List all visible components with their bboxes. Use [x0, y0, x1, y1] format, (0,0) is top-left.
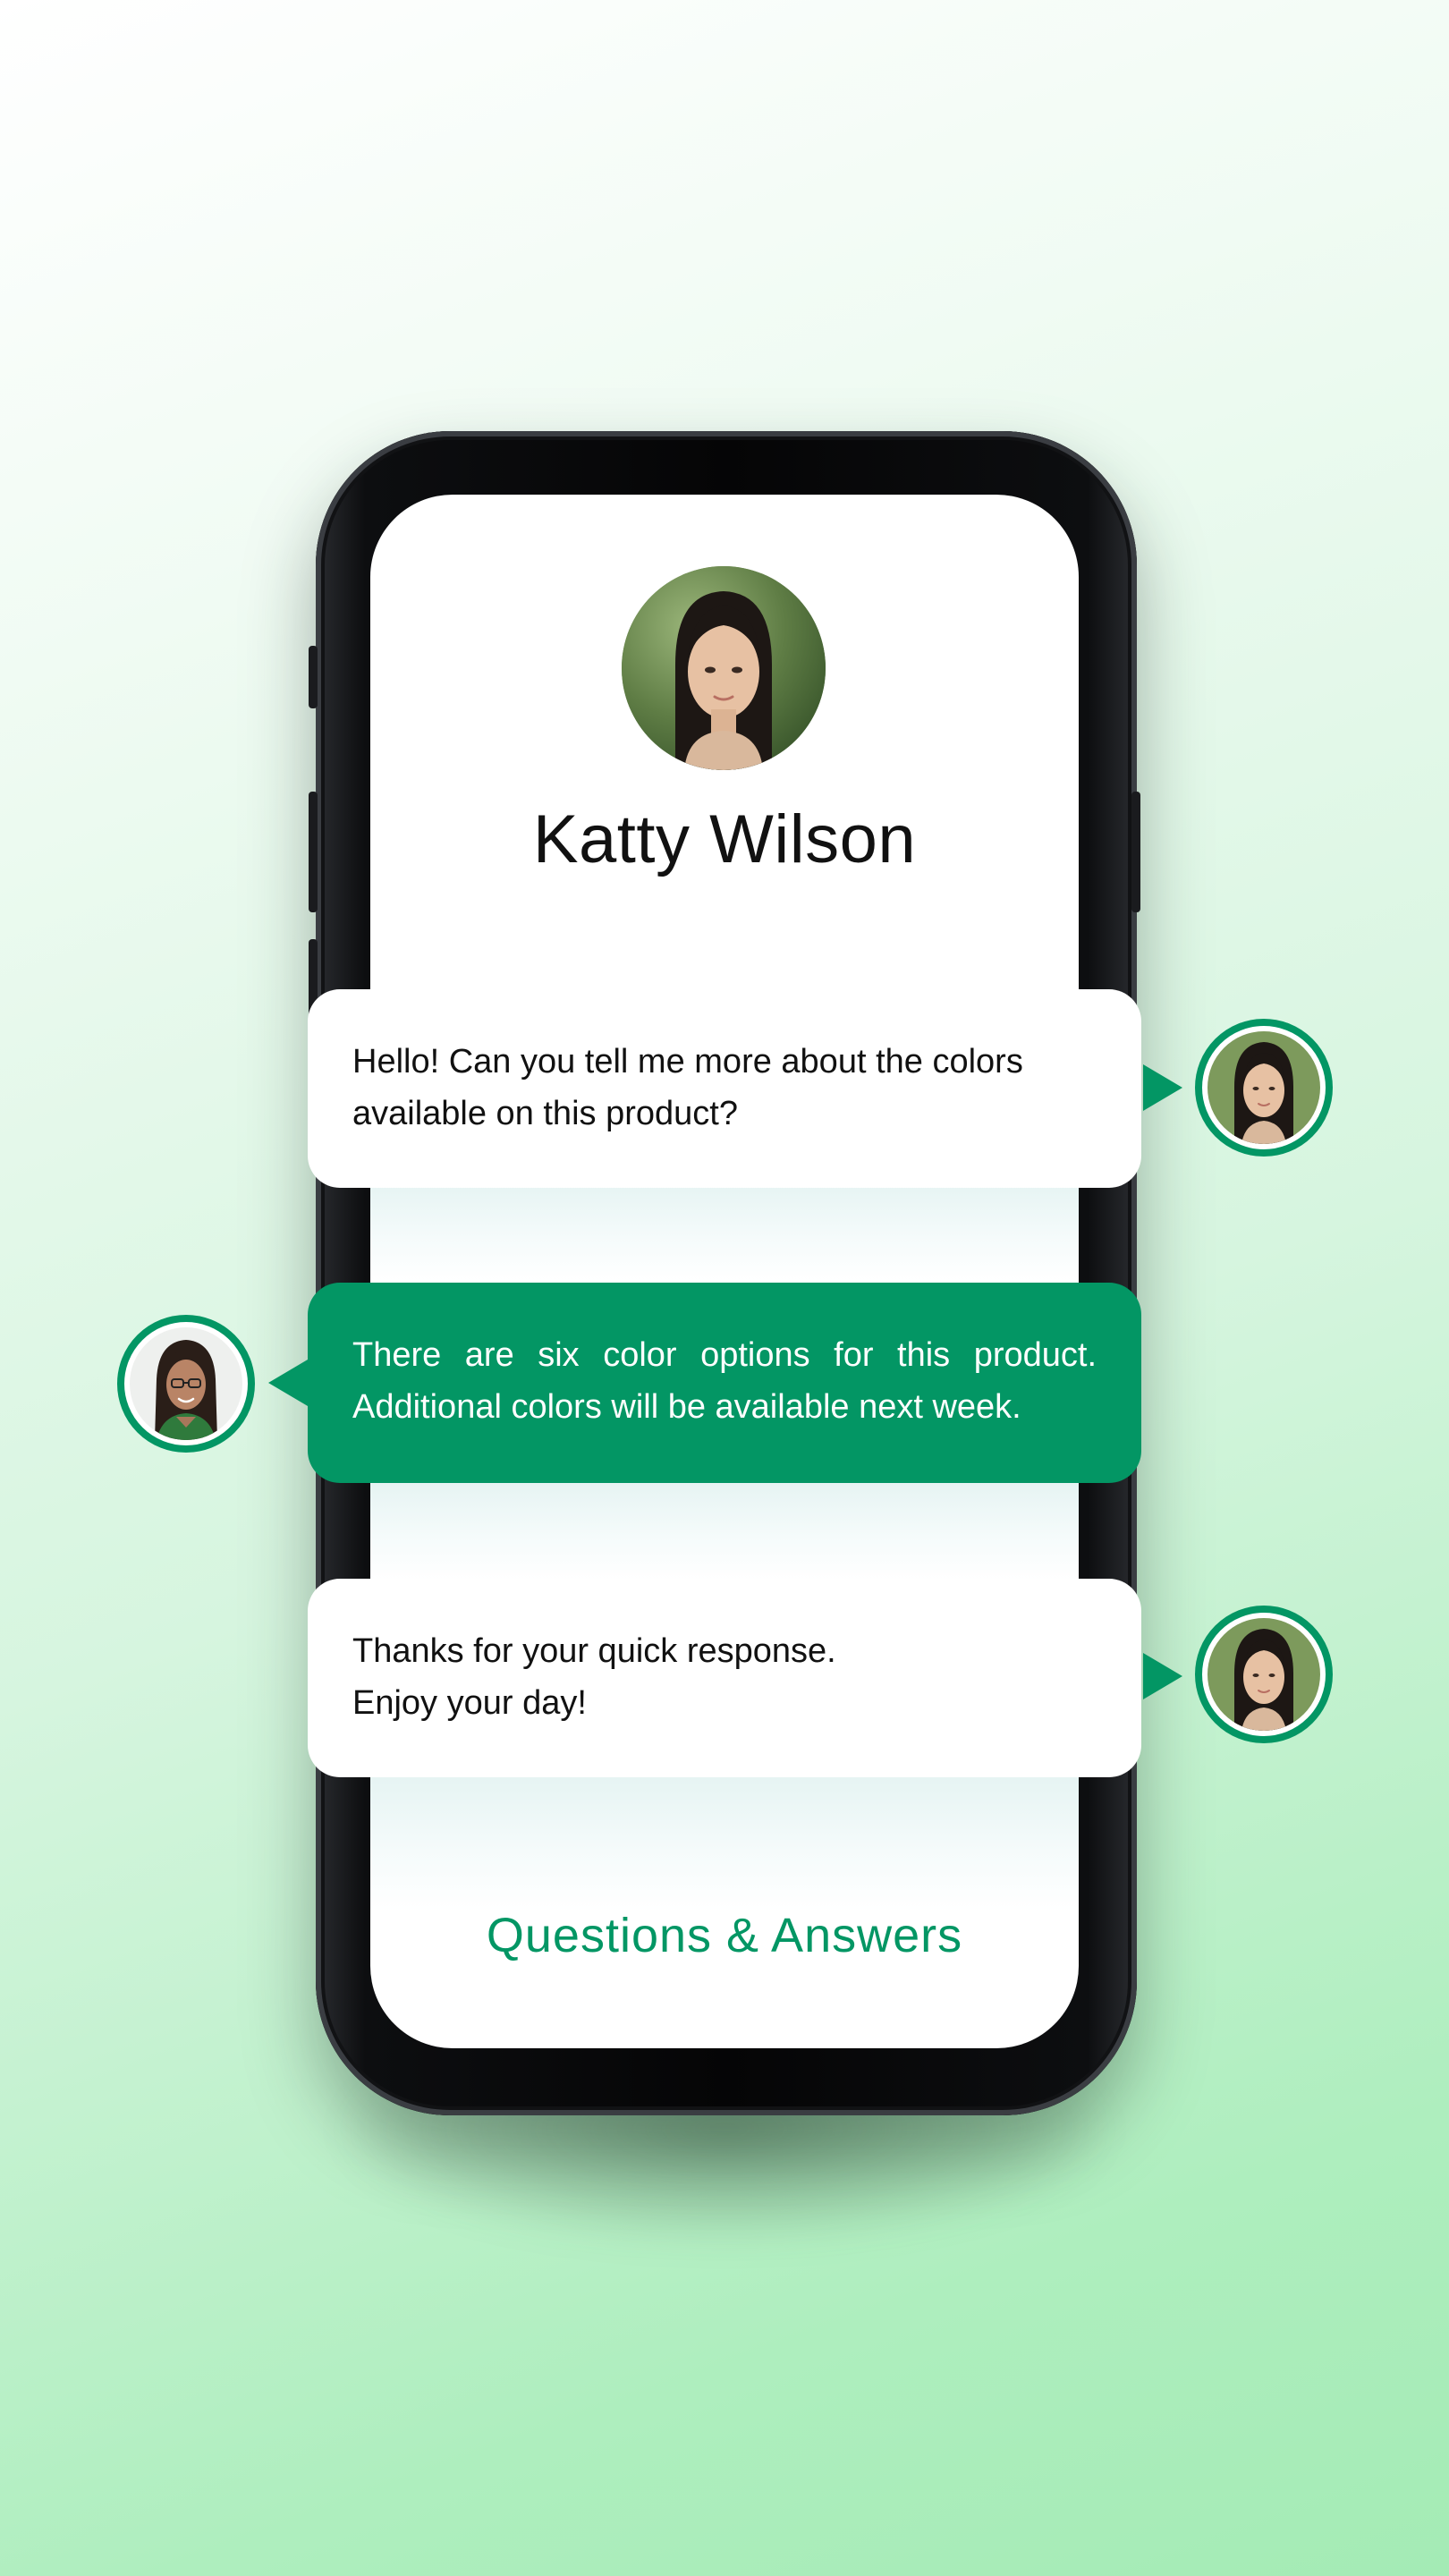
chat-background-band	[370, 1777, 1079, 1911]
message-text-line: There are six color options for this pro…	[352, 1336, 1097, 1374]
customer-avatar[interactable]	[1195, 1606, 1333, 1743]
message-pointer	[268, 1360, 308, 1406]
message-text-line: available on this product?	[352, 1095, 738, 1132]
profile-name: Katty Wilson	[532, 801, 917, 877]
profile-avatar[interactable]	[622, 566, 826, 770]
message-text-line: Thanks for your quick response.	[352, 1632, 836, 1670]
message-text-line: Additional colors will be available next…	[352, 1388, 1021, 1426]
chat-background-band	[370, 1482, 1079, 1580]
chat-background-band	[370, 1183, 1079, 1282]
phone-power-button	[1131, 792, 1140, 912]
chat-message-customer: Thanks for your quick response. Enjoy yo…	[308, 1579, 1141, 1777]
phone-mute-switch	[309, 646, 318, 708]
customer-avatar[interactable]	[1195, 1019, 1333, 1157]
phone-volume-up-button	[309, 792, 318, 912]
woman-portrait-icon	[1208, 1618, 1320, 1731]
message-pointer	[1143, 1064, 1182, 1111]
woman-with-glasses-portrait-icon	[130, 1327, 242, 1440]
message-pointer	[1143, 1653, 1182, 1699]
woman-portrait-icon	[1208, 1031, 1320, 1144]
message-text-line: Enjoy your day!	[352, 1684, 587, 1722]
section-title: Questions & Answers	[486, 1909, 963, 1962]
chat-message-customer: Hello! Can you tell me more about the co…	[308, 989, 1141, 1188]
chat-message-agent: There are six color options for this pro…	[308, 1283, 1141, 1483]
agent-avatar[interactable]	[117, 1315, 255, 1453]
message-text-line: Hello! Can you tell me more about the co…	[352, 1043, 1023, 1080]
woman-portrait-icon	[622, 566, 826, 770]
